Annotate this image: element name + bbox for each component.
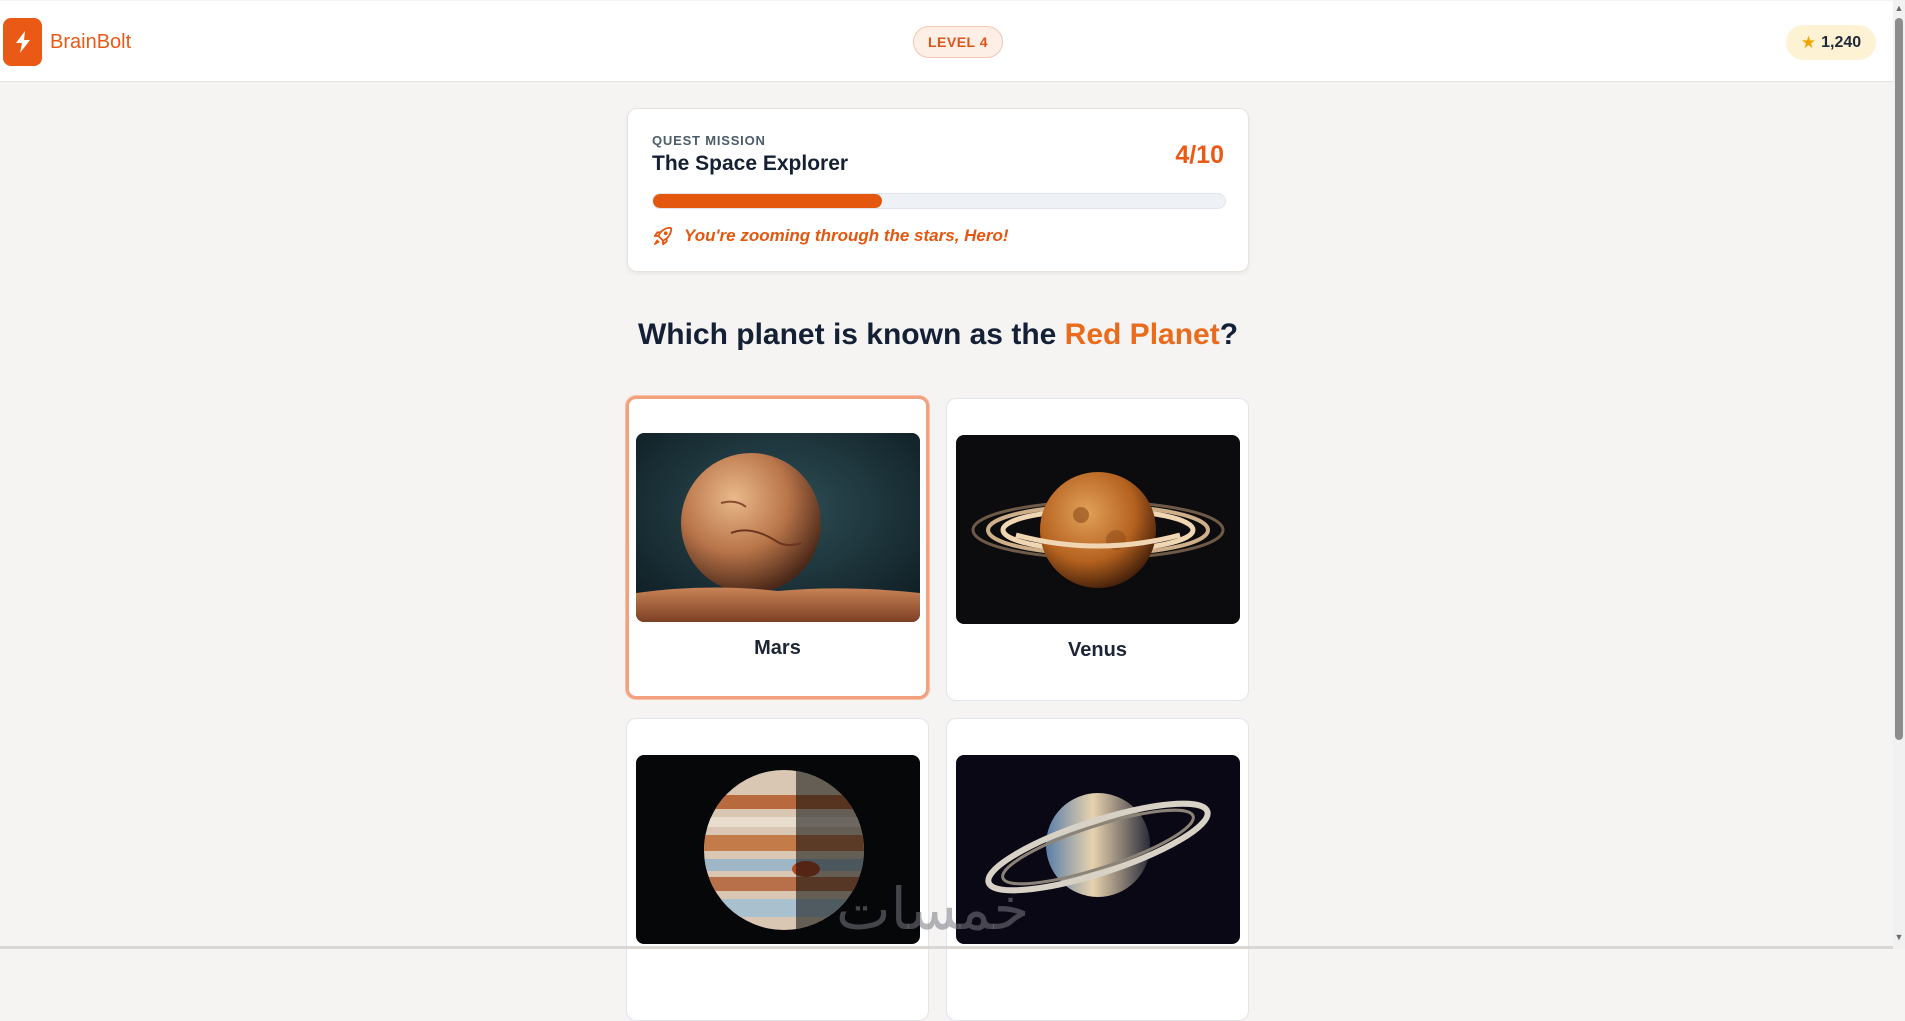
- scrollbar-thumb[interactable]: [1895, 18, 1903, 740]
- scroll-down-arrow-icon[interactable]: ▼: [1893, 931, 1905, 943]
- answer-option-saturn[interactable]: [946, 718, 1249, 1021]
- mars-image: [636, 433, 920, 622]
- answer-option-label: Mars: [754, 637, 801, 659]
- answer-option-mars[interactable]: Mars: [626, 396, 929, 699]
- venus-image: [956, 435, 1240, 624]
- question-highlight: Red Planet: [1064, 318, 1220, 351]
- brand-name: BrainBolt: [50, 30, 132, 53]
- answer-option-label: Venus: [1068, 639, 1127, 661]
- quest-mission-card: QUEST MISSION The Space Explorer 4/10 Yo…: [627, 108, 1249, 272]
- mission-progress-count: 4/10: [1175, 141, 1224, 169]
- question-prefix: Which planet is known as the: [637, 318, 1065, 351]
- mission-title: The Space Explorer: [652, 152, 849, 175]
- level-badge: LEVEL 4: [913, 26, 1003, 58]
- top-bar: BrainBolt LEVEL 4 ★ 1,240: [0, 1, 1893, 82]
- mission-kicker: QUEST MISSION: [652, 133, 766, 148]
- mission-progress-bar: [652, 193, 1226, 209]
- question-suffix: ?: [1219, 318, 1239, 351]
- mission-message-text: You're zooming through the stars, Hero!: [684, 226, 1009, 245]
- question-text: Which planet is known as the Red Planet?: [627, 318, 1249, 352]
- rocket-icon: [653, 226, 673, 246]
- answer-option-jupiter[interactable]: [626, 718, 929, 1021]
- scrollbar[interactable]: ▲ ▼: [1893, 0, 1905, 949]
- answer-option-venus[interactable]: Venus: [946, 398, 1249, 701]
- mission-progress-fill: [653, 194, 882, 208]
- lightning-bolt-icon: [3, 18, 42, 66]
- brand[interactable]: BrainBolt: [3, 18, 131, 66]
- mission-message: You're zooming through the stars, Hero!: [652, 225, 1009, 247]
- scroll-up-arrow-icon[interactable]: ▲: [1893, 2, 1905, 14]
- watermark: خمسات: [836, 875, 1030, 943]
- star-icon: ★: [1800, 32, 1817, 52]
- points-value: 1,240: [1821, 33, 1862, 51]
- points-badge: ★ 1,240: [1786, 25, 1876, 60]
